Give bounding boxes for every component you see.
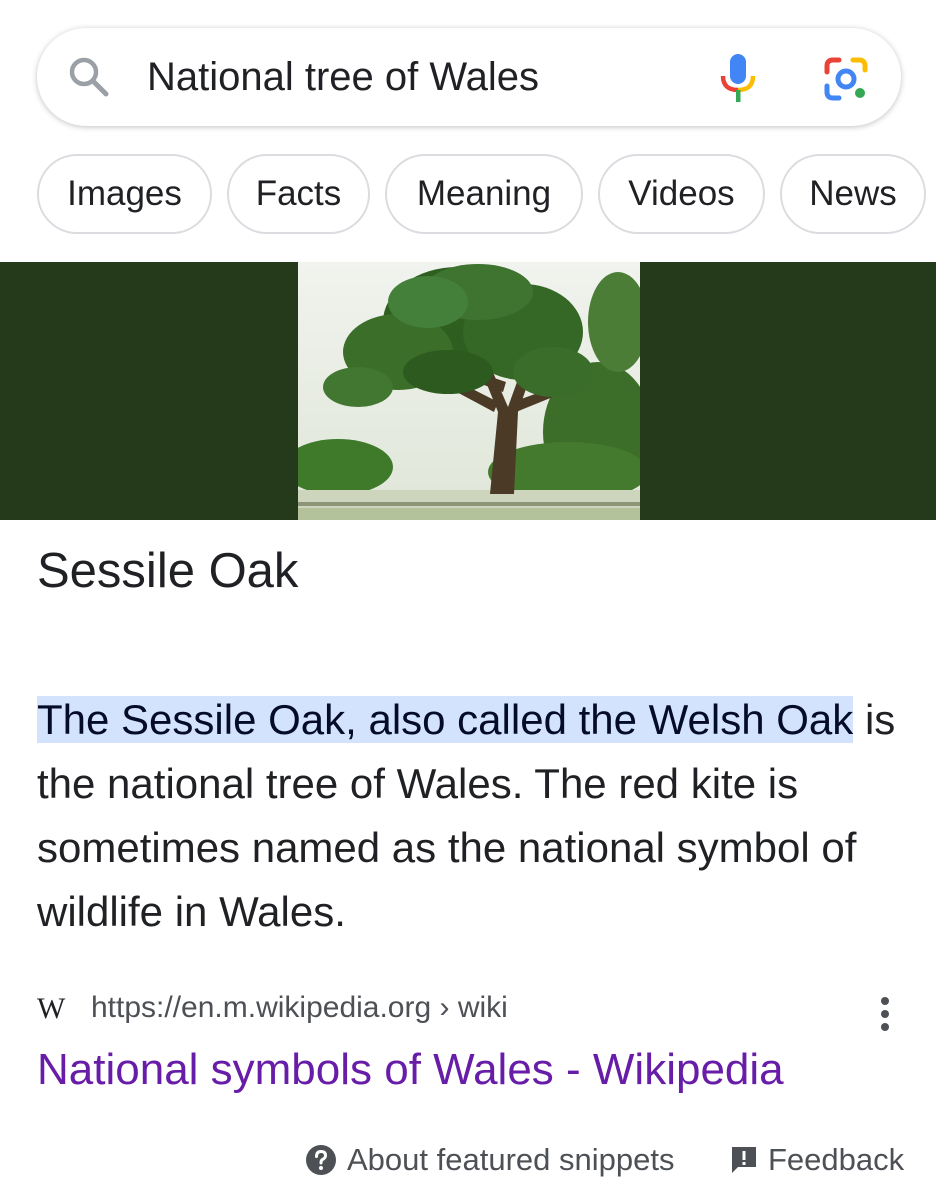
- feedback-icon: [732, 1147, 756, 1173]
- search-icon[interactable]: [67, 55, 111, 99]
- about-featured-snippets-label: About featured snippets: [347, 1142, 675, 1177]
- source-row[interactable]: W https://en.m.wikipedia.org › wiki: [37, 986, 901, 1031]
- snippet-highlight: The Sessile Oak, also called the Welsh O…: [37, 696, 854, 743]
- chip-news[interactable]: News: [780, 154, 926, 234]
- google-lens-icon[interactable]: [823, 56, 869, 102]
- search-input[interactable]: National tree of Wales: [147, 28, 539, 126]
- chip-facts[interactable]: Facts: [227, 154, 370, 234]
- result-title-link[interactable]: National symbols of Wales - Wikipedia: [37, 1040, 784, 1100]
- about-featured-snippets-button[interactable]: About featured snippets: [305, 1138, 674, 1182]
- source-url[interactable]: https://en.m.wikipedia.org › wiki: [91, 986, 508, 1030]
- wikipedia-logo-icon: W: [37, 992, 66, 1025]
- feedback-button[interactable]: Feedback: [730, 1138, 904, 1182]
- search-bar[interactable]: National tree of Wales: [37, 28, 901, 126]
- microphone-icon[interactable]: [718, 52, 758, 104]
- answer-title: Sessile Oak: [37, 544, 299, 598]
- feedback-label: Feedback: [768, 1142, 905, 1177]
- chip-videos[interactable]: Videos: [598, 154, 765, 234]
- help-icon: [306, 1145, 336, 1175]
- more-options-icon[interactable]: [875, 994, 895, 1034]
- oak-tree-image[interactable]: [298, 262, 640, 520]
- featured-image-strip[interactable]: [0, 262, 936, 520]
- featured-snippet-text: The Sessile Oak, also called the Welsh O…: [37, 688, 897, 944]
- chip-meaning[interactable]: Meaning: [385, 154, 583, 234]
- chip-images[interactable]: Images: [37, 154, 212, 234]
